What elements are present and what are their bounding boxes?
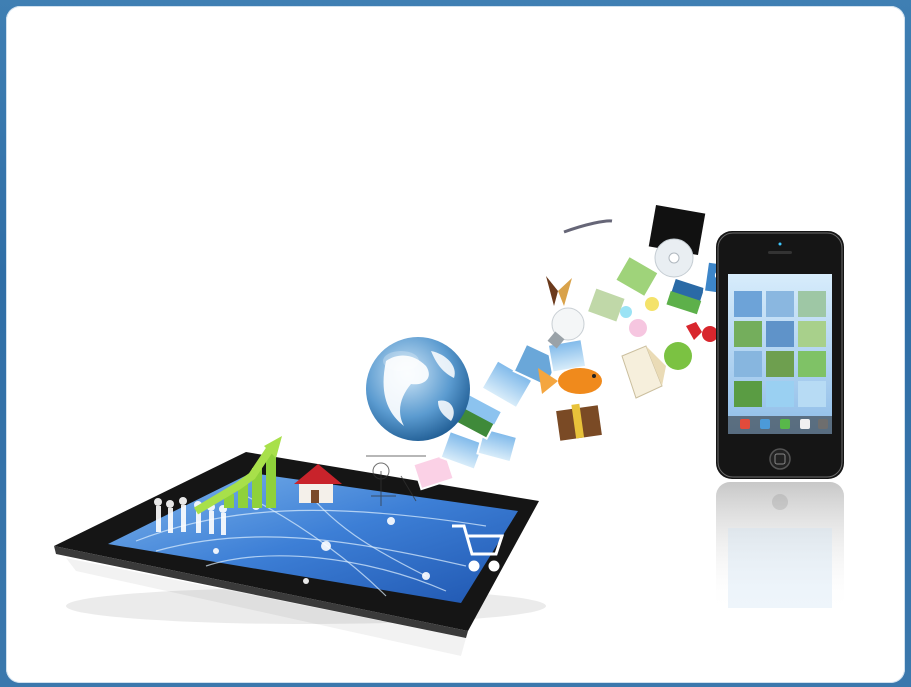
phone-reflection	[716, 482, 844, 612]
slide-panel	[6, 6, 905, 683]
globe-icon	[366, 337, 470, 441]
cd-disc-icon	[654, 238, 694, 278]
smartphone	[716, 231, 844, 479]
flying-media-stream	[412, 204, 743, 491]
media-illustration	[54, 204, 844, 656]
apple-icon	[664, 322, 718, 370]
butterfly-icon	[546, 276, 572, 306]
book-icon	[621, 345, 666, 399]
gift-box-icon	[556, 403, 602, 441]
